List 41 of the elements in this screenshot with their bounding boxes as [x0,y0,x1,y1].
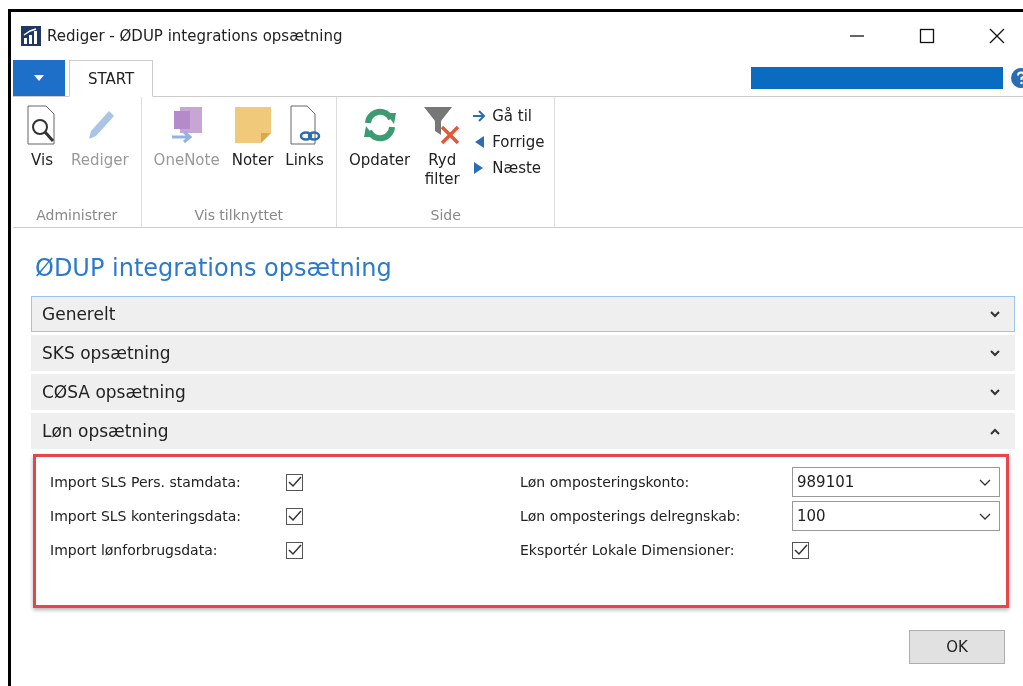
field-label: Løn omposteringskonto: [520,474,691,490]
dropdown-triangle-icon [34,75,44,81]
dropdown-field[interactable]: 100 [792,501,1000,531]
page-title: ØDUP integrations opsætning [35,254,393,282]
field-label: Eksportér Lokale Dimensioner: [520,542,736,558]
ribbon-button[interactable]: Opdater [344,105,415,203]
window-title: Rediger - ØDUP integrations opsætning [47,27,343,45]
field-label: Import SLS konteringsdata: [50,508,243,524]
ribbon-tab[interactable]: START [69,60,154,97]
ribbon-button[interactable]: Vis [21,105,63,203]
maximize-icon[interactable] [919,28,935,44]
app-icon [21,26,41,46]
section-header[interactable]: Løn opsætning [31,413,1015,449]
checkbox[interactable] [286,541,303,559]
ok-button[interactable]: OK [909,630,1005,664]
field-label: Import lønforbrugsdata: [50,542,219,558]
ribbon-group-label: Administrer [36,207,118,223]
nav-button[interactable]: Næste [470,157,547,179]
link-document-icon [287,105,322,145]
ribbon-group-label: Side [430,207,461,223]
field-label: Import SLS Pers. stamdata: [50,474,242,490]
checkbox[interactable] [286,507,303,525]
section-header[interactable]: SKS opsætning [31,335,1015,371]
ribbon-button[interactable]: Links [281,105,328,203]
ribbon-group-label: Vis tilknyttet [194,207,283,223]
dropdown-field[interactable]: 989101 [792,467,1000,497]
checkbox[interactable] [792,541,809,559]
chevron-down-icon [979,478,991,486]
chevron-down-icon [979,512,991,520]
nav-button[interactable]: Forrige [470,131,547,153]
ribbon-button[interactable]: Ryd filter [418,105,467,203]
notebook-icon [169,105,204,145]
ribbon-button[interactable]: Noter [227,105,278,203]
field-label: Løn omposterings delregnskab: [520,508,742,524]
nav-button[interactable]: Gå til [470,105,547,127]
section-header[interactable]: Generelt [31,296,1015,332]
section-header[interactable]: CØSA opsætning [31,374,1015,410]
sticky-note-icon [232,105,273,145]
checkbox[interactable] [286,473,303,491]
right-arrow-icon [472,110,487,122]
close-icon[interactable] [989,28,1005,44]
